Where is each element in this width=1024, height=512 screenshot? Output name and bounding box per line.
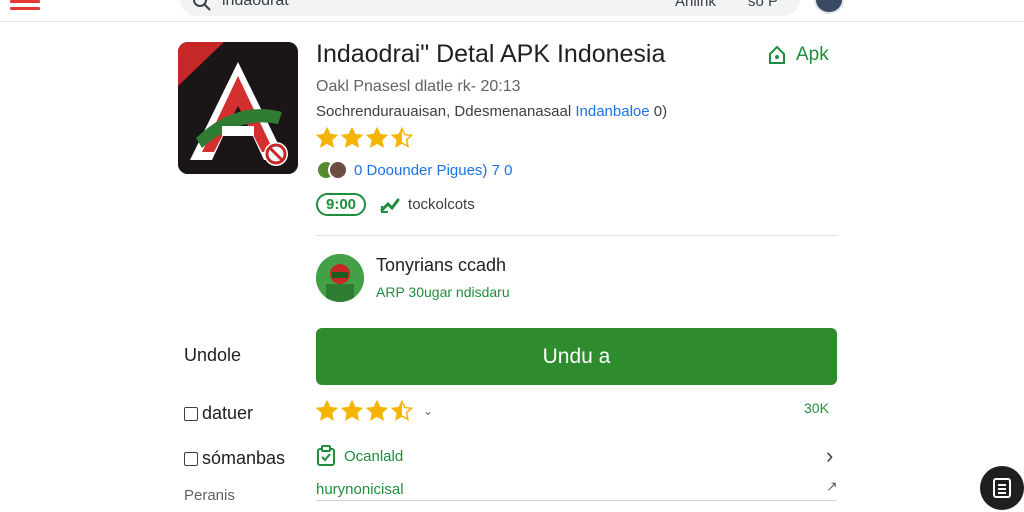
avatar — [328, 160, 348, 180]
app-description-prefix: Sochrendurauaisan, Ddesmenanasaal — [316, 103, 576, 120]
rating-row[interactable]: ⌄ — [316, 400, 433, 422]
datuer-label: datuer — [202, 403, 254, 423]
rating-stars-bottom — [316, 400, 413, 422]
rating-count: 30K — [804, 400, 829, 416]
developer-card-avatar[interactable] — [316, 254, 364, 302]
peranis-label: Peranis — [184, 487, 235, 504]
link-row[interactable]: hurynonicisal — [316, 481, 404, 498]
apk-link-label: Apk — [796, 44, 829, 65]
tag-icon — [380, 198, 400, 213]
arrow-icon[interactable]: ↗ — [826, 478, 838, 495]
menu-icon[interactable] — [10, 0, 40, 12]
peranis-label-text: Peranis — [184, 487, 235, 504]
checkbox[interactable] — [184, 451, 198, 466]
app-icon — [178, 42, 298, 174]
somanbas-option[interactable]: sómanbas — [184, 448, 285, 469]
app-title: Indaodrai" Detal APK Indonesia — [316, 40, 666, 68]
standard-row[interactable]: Ocanlald — [316, 445, 403, 467]
search-icon — [193, 0, 211, 11]
download-button[interactable]: Undu a — [316, 328, 837, 385]
star-icon — [316, 127, 338, 148]
somanbas-label: sómanbas — [202, 448, 286, 468]
search-input[interactable]: indaodrat — [222, 0, 289, 10]
app-description-link[interactable]: Indanbaloe — [575, 103, 649, 120]
star-icon — [341, 400, 363, 421]
lock-icon — [769, 45, 785, 64]
search-bar[interactable]: indaodrat Ahlink so P — [180, 0, 800, 16]
download-section-label: Undole — [184, 345, 241, 366]
apk-link[interactable]: Apk — [768, 44, 829, 66]
top-bar: indaodrat Ahlink so P — [0, 0, 1024, 22]
star-icon — [391, 400, 413, 421]
app-description: Sochrendurauaisan, Ddesmenanasaal Indanb… — [316, 103, 667, 120]
divider — [316, 235, 837, 236]
checklist-icon — [317, 445, 335, 466]
developer-card-subtitle: ARP 30ugar ndisdaru — [376, 284, 510, 300]
download-section-label-text: Undole — [184, 345, 242, 365]
chevron-right-icon[interactable]: › — [826, 443, 833, 469]
star-icon — [341, 127, 363, 148]
developer-link[interactable]: 0 Doounder Pigues) 7 0 — [354, 162, 512, 179]
app-subtitle: Oakl Pnasesl dlatle rk- 20:13 — [316, 78, 521, 95]
star-icon — [366, 400, 388, 421]
app-description-suffix: 0) — [649, 103, 668, 120]
developer-avatars — [316, 160, 348, 180]
tag-label: tockolcots — [408, 196, 475, 213]
divider — [316, 500, 837, 501]
datuer-option[interactable]: datuer — [184, 403, 253, 424]
count-badge: 9:00 — [316, 193, 367, 216]
badge-row: 9:00 tockolcots — [316, 193, 475, 216]
search-extra[interactable]: so P — [748, 0, 778, 10]
rating-stars — [316, 127, 413, 149]
search-filter[interactable]: Ahlink — [675, 0, 716, 10]
document-icon — [993, 478, 1011, 498]
checkbox[interactable] — [184, 406, 198, 421]
star-icon — [391, 127, 413, 148]
star-icon — [366, 127, 388, 148]
tag[interactable]: tockolcots — [380, 196, 475, 214]
star-icon — [316, 400, 338, 421]
chevron-down-icon[interactable]: ⌄ — [423, 404, 433, 418]
avatar[interactable] — [814, 0, 844, 14]
developer-row[interactable]: 0 Doounder Pigues) 7 0 — [316, 160, 512, 180]
floating-action-button[interactable] — [980, 466, 1024, 510]
standard-label: Ocanlald — [344, 447, 404, 465]
developer-card-name[interactable]: Tonyrians ccadh — [376, 255, 506, 276]
